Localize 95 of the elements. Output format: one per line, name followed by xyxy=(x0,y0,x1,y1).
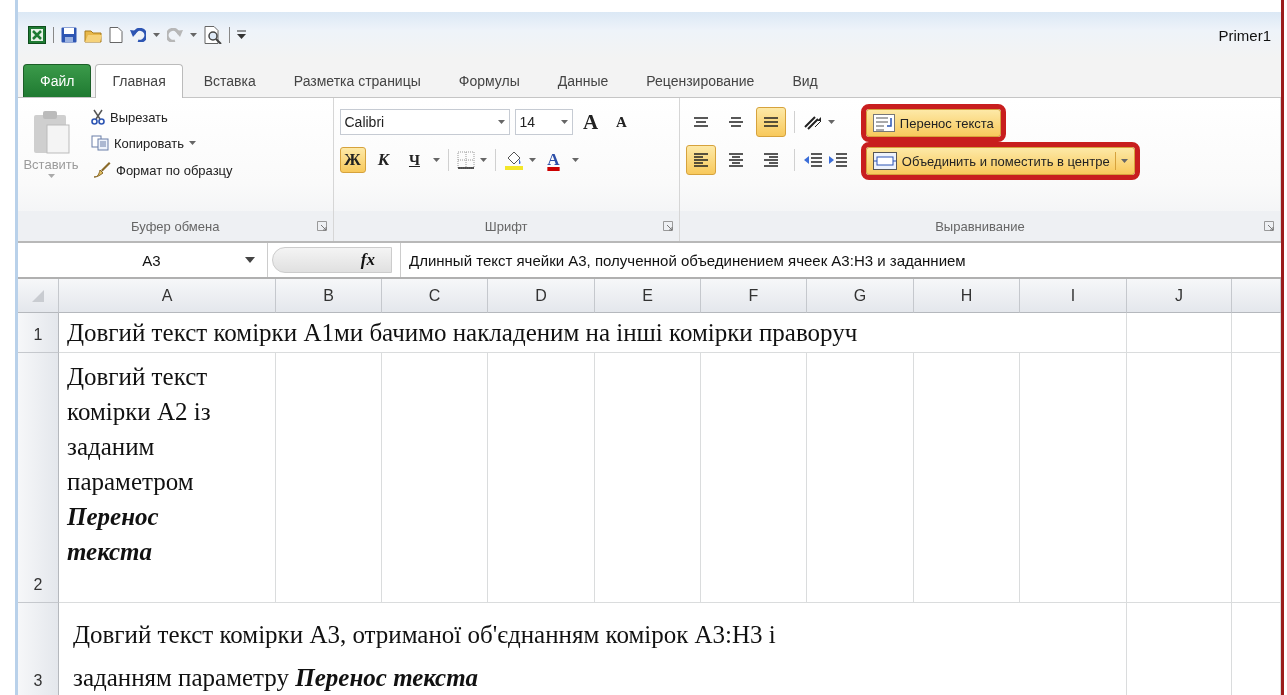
row-header[interactable]: 2 xyxy=(18,353,59,603)
caret-icon[interactable] xyxy=(528,158,536,162)
font-size-field[interactable]: 14 xyxy=(514,109,573,135)
page-icon[interactable] xyxy=(109,27,123,43)
column-header[interactable]: D xyxy=(488,279,595,313)
formula-field[interactable]: Длинный текст ячейки А3, полученной объединением ячеек А3:Н3 и заданнием xyxy=(400,243,966,277)
cell-text: Довгий текст комірки А1ми бачимо накладеним на інші комірки праворуч xyxy=(67,318,858,347)
insert-function-button[interactable]: fx xyxy=(356,250,385,270)
text-orientation-icon[interactable] xyxy=(802,113,823,131)
name-box[interactable]: A3 xyxy=(18,243,268,277)
align-top-icon xyxy=(692,117,709,127)
caret-icon[interactable] xyxy=(1120,159,1128,163)
column-header[interactable]: B xyxy=(276,279,382,313)
caret-icon[interactable] xyxy=(245,257,255,263)
caret-icon[interactable] xyxy=(560,120,568,124)
font-color-button[interactable]: A xyxy=(540,147,567,173)
caret-icon[interactable] xyxy=(479,158,487,162)
table-cell[interactable] xyxy=(701,353,807,603)
dialog-launcher-icon[interactable] xyxy=(662,221,673,231)
align-bottom-icon xyxy=(762,117,779,127)
bold-button[interactable]: Ж xyxy=(339,147,366,173)
font-name-field[interactable]: Calibri xyxy=(339,109,510,135)
column-header[interactable]: I xyxy=(1020,279,1127,313)
clipboard-command-button[interactable]: Копировать xyxy=(86,132,238,154)
caret-icon[interactable] xyxy=(189,141,196,145)
row-header[interactable]: 3 xyxy=(18,603,59,695)
caret-icon[interactable] xyxy=(153,33,160,37)
table-cell[interactable] xyxy=(382,353,488,603)
clipboard-command-button[interactable]: Формат по образцу xyxy=(86,158,238,182)
group-label: Буфер обмена xyxy=(131,218,220,234)
ribbon-tab[interactable]: Разметка страницы xyxy=(276,64,438,97)
table-cell[interactable] xyxy=(807,353,914,603)
row-header[interactable]: 1 xyxy=(18,313,59,353)
decrease-indent-icon[interactable] xyxy=(802,152,823,168)
brush-icon xyxy=(91,161,111,179)
dialog-launcher-icon[interactable] xyxy=(316,221,327,231)
cell-text: Довгий текст комірки А3, отриманої об'єднанням комірок А3:Н3 і заданням параметру Перенос текста xyxy=(73,620,777,693)
table-cell[interactable] xyxy=(1127,353,1232,603)
undo-icon[interactable] xyxy=(130,28,146,42)
group-label: Выравнивание xyxy=(935,218,1025,234)
column-header[interactable]: H xyxy=(914,279,1020,313)
caret-icon[interactable] xyxy=(190,33,197,37)
ribbon-tab[interactable]: Формулы xyxy=(441,64,537,97)
column-header[interactable]: J xyxy=(1127,279,1232,313)
file-tab[interactable]: Файл xyxy=(23,64,92,97)
table-cell[interactable] xyxy=(276,353,382,603)
column-header[interactable]: E xyxy=(595,279,701,313)
window-title: Primer1 xyxy=(1218,26,1271,44)
spreadsheet-app-icon[interactable] xyxy=(28,26,46,44)
clipboard-command-button[interactable]: Вырезать xyxy=(86,106,238,128)
column-header[interactable]: G xyxy=(807,279,914,313)
caret-icon[interactable] xyxy=(432,158,440,162)
align-left-icon xyxy=(692,152,709,168)
scissors-icon xyxy=(91,109,105,125)
caret-icon[interactable] xyxy=(571,158,579,162)
copy-icon xyxy=(91,135,109,151)
table-cell[interactable] xyxy=(1020,353,1127,603)
ribbon-tab[interactable]: Вставка xyxy=(186,64,273,97)
table-cell[interactable] xyxy=(1127,313,1232,353)
align-middle-icon xyxy=(727,117,744,127)
increase-indent-icon[interactable] xyxy=(827,152,848,168)
borders-icon[interactable] xyxy=(456,151,475,169)
table-cell[interactable] xyxy=(595,353,701,603)
group-label: Шрифт xyxy=(484,218,528,234)
customize-icon[interactable] xyxy=(237,30,246,40)
ribbon-tab[interactable]: Данные xyxy=(540,64,626,97)
table-cell[interactable] xyxy=(488,353,595,603)
caret-icon[interactable] xyxy=(497,120,505,124)
wrap-text-icon xyxy=(872,114,895,132)
dialog-launcher-icon[interactable] xyxy=(1264,221,1274,231)
underline-button[interactable]: Ч xyxy=(401,147,428,173)
table-cell[interactable] xyxy=(914,353,1020,603)
italic-button[interactable]: К xyxy=(370,147,397,173)
ribbon-tab[interactable]: Рецензирование xyxy=(629,64,772,97)
table-cell[interactable] xyxy=(1232,353,1281,603)
align-left-button[interactable] xyxy=(685,145,716,175)
print-preview-icon[interactable] xyxy=(204,26,222,44)
column-header[interactable]: A xyxy=(59,279,276,313)
ribbon-tab[interactable]: Вид xyxy=(775,64,835,97)
caret-icon[interactable] xyxy=(827,120,835,124)
caret-icon xyxy=(47,174,55,178)
shrink-font-button[interactable]: A xyxy=(608,109,635,135)
align-center-icon xyxy=(727,152,744,168)
column-header[interactable]: F xyxy=(701,279,807,313)
column-header[interactable]: C xyxy=(382,279,488,313)
cell-text: Довгий текст комірки А2 із заданим параметром Перенос текста xyxy=(67,362,212,567)
table-cell[interactable] xyxy=(1232,313,1281,353)
align-right-icon xyxy=(762,152,779,168)
clipboard-icon xyxy=(31,109,71,155)
save-icon[interactable] xyxy=(61,27,77,43)
fill-color-icon[interactable] xyxy=(503,150,524,170)
ribbon-tab[interactable]: Главная xyxy=(95,64,183,98)
merge-cells-icon xyxy=(872,152,897,170)
align-bottom-button[interactable] xyxy=(755,107,786,137)
grow-font-button[interactable]: A xyxy=(577,109,604,135)
